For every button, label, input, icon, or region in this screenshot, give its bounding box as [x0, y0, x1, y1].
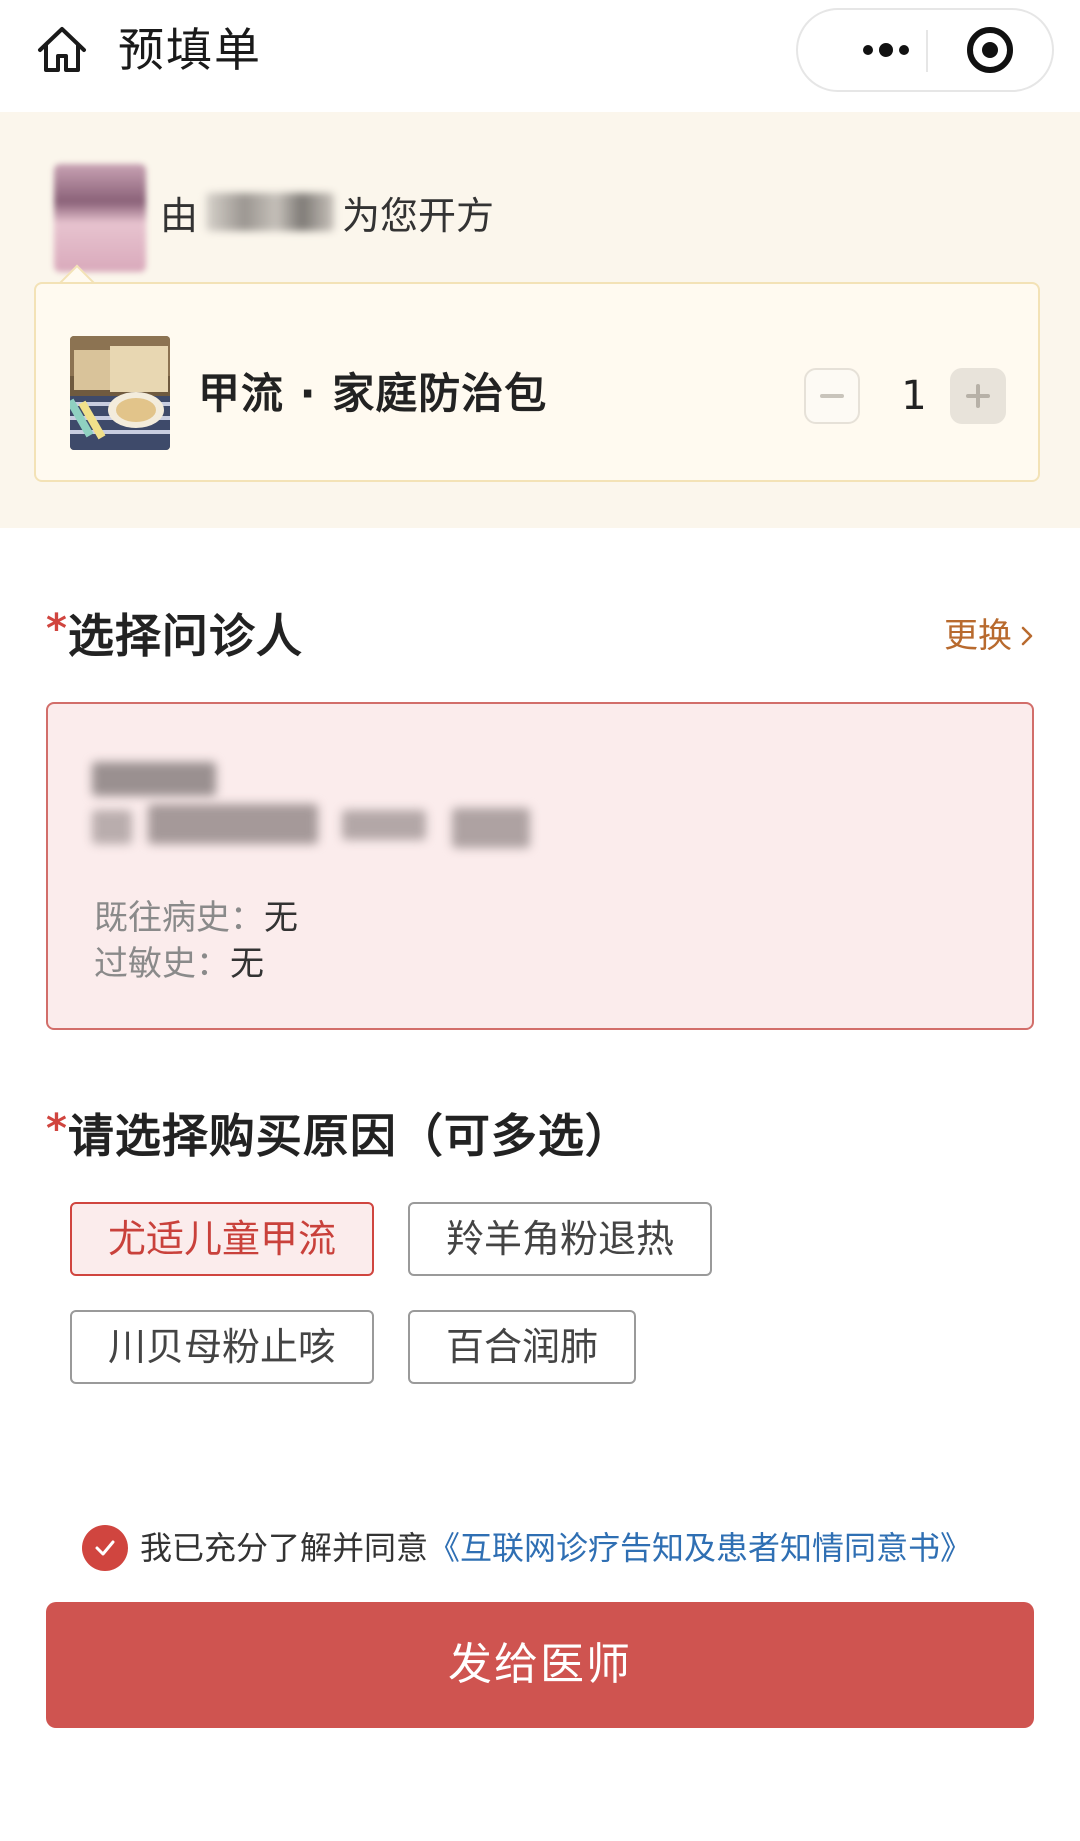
send-to-doctor-button[interactable]: 发给医师: [46, 1602, 1034, 1728]
check-icon: [95, 1540, 115, 1556]
quantity-value: 1: [901, 373, 927, 419]
reason-chip[interactable]: 羚羊角粉退热: [408, 1202, 712, 1276]
more-dots-icon[interactable]: [828, 10, 938, 90]
reason-section-title: *请选择购买原因（可多选）: [46, 1106, 632, 1169]
agreement-row: 我已充分了解并同意 《互联网诊疗告知及患者知情同意书》: [82, 1520, 972, 1576]
reason-chip[interactable]: 百合润肺: [408, 1310, 636, 1384]
nav-bar: 预填单: [0, 0, 1080, 112]
reason-chip-selected[interactable]: 尤适儿童甲流: [70, 1202, 374, 1276]
page-title: 预填单: [118, 23, 262, 77]
allergy-history-label: 过敏史：: [94, 944, 230, 984]
prescription-banner: 由 为您开方 甲流 · 家庭防治包 1: [0, 112, 1080, 528]
prefill-page: 预填单 由 为您开方 甲流 · 家庭防治包 1 *选择问诊人 更换 既往病史：无…: [0, 0, 1080, 1841]
minus-icon: [820, 394, 844, 398]
reason-section-title-text: 请选择购买原因（可多选）: [67, 1109, 632, 1163]
quantity-increase-button[interactable]: [950, 368, 1006, 424]
plus-icon: [966, 384, 990, 408]
consent-document-link[interactable]: 《互联网诊疗告知及患者知情同意书》: [428, 1526, 972, 1570]
patient-info-redacted: [342, 810, 426, 840]
required-mark: *: [46, 606, 68, 652]
allergy-history-value: 无: [230, 944, 264, 984]
patient-section-title: *选择问诊人: [46, 606, 303, 669]
change-patient-label: 更换: [944, 616, 1012, 656]
patient-info-redacted: [148, 804, 318, 844]
patient-info-redacted: [452, 808, 530, 848]
medical-history-label: 既往病史：: [94, 898, 264, 938]
prescriber-prefix: 由: [160, 193, 199, 238]
doctor-avatar: [54, 164, 146, 272]
chevron-right-icon: [1021, 626, 1033, 646]
agreement-text: 我已充分了解并同意: [140, 1529, 429, 1567]
prescriber-line: 由 为您开方: [160, 182, 494, 242]
allergy-history-line: 过敏史：无: [94, 942, 264, 986]
required-mark: *: [46, 1106, 68, 1152]
reason-chip[interactable]: 川贝母粉止咳: [70, 1310, 374, 1384]
patient-card[interactable]: 既往病史：无 过敏史：无: [46, 702, 1034, 1030]
home-icon[interactable]: [34, 22, 90, 78]
mini-program-capsule: [796, 8, 1054, 92]
patient-info-redacted: [92, 810, 132, 844]
agreement-checkbox[interactable]: [82, 1525, 128, 1571]
product-name: 甲流 · 家庭防治包: [198, 369, 548, 418]
close-target-icon[interactable]: [958, 10, 1038, 90]
medical-history-value: 无: [264, 898, 298, 938]
capsule-divider: [926, 30, 928, 72]
patient-name-redacted: [92, 762, 216, 796]
change-patient-link[interactable]: 更换: [944, 612, 1038, 660]
product-image: [70, 336, 170, 450]
medical-history-line: 既往病史：无: [94, 896, 298, 940]
doctor-name-redacted: [206, 193, 335, 231]
prescriber-suffix: 为您开方: [342, 193, 495, 238]
product-card: 甲流 · 家庭防治包 1: [34, 282, 1040, 482]
quantity-decrease-button[interactable]: [804, 368, 860, 424]
patient-section-title-text: 选择问诊人: [67, 609, 303, 663]
